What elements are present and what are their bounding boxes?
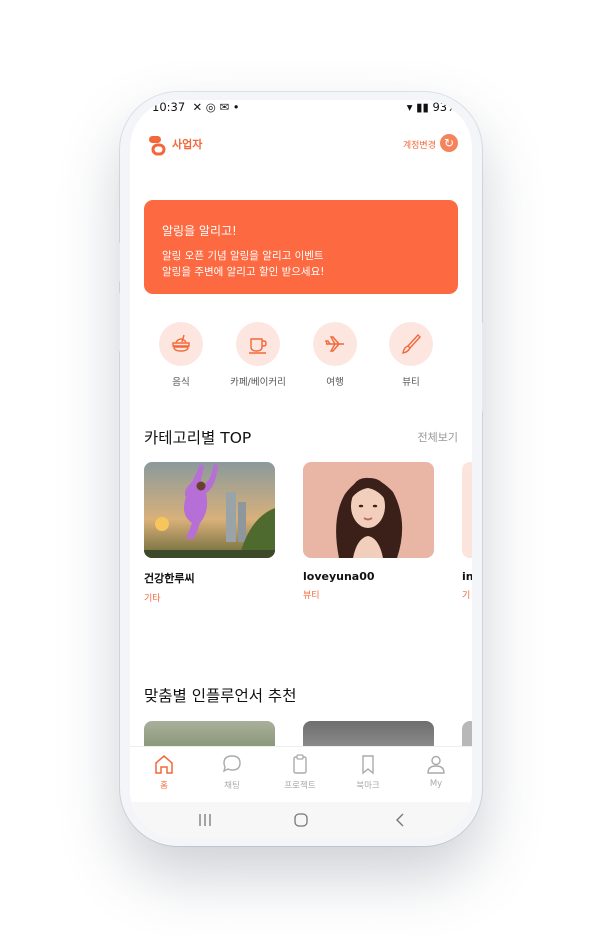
influencer-name: loveyuna00 (303, 570, 375, 583)
food-icon (172, 334, 190, 352)
promo-banner[interactable]: 알링을 알리고! 알링 오픈 기념 알링을 알리고 이벤트 알링을 주변에 알리… (144, 200, 458, 294)
tab-label: 채팅 (224, 781, 240, 791)
phone-frame: 10:37 ✕ ◎ ✉ • ▾ ▮▮ 93% 사업자 계정변경 ↻ 알링을 알리… (116, 92, 486, 846)
tab-my[interactable]: My (402, 753, 470, 789)
status-time: 10:37 (152, 100, 186, 114)
status-right: ▾ ▮▮ 93% (407, 100, 458, 114)
notification-icons: ✕ ◎ ✉ • (188, 100, 240, 114)
brand-logo-icon (149, 136, 166, 156)
category-travel[interactable]: 여행 (300, 322, 370, 388)
tab-label: 북마크 (356, 781, 380, 791)
app-screen: 10:37 ✕ ◎ ✉ • ▾ ▮▮ 93% 사업자 계정변경 ↻ 알링을 알리… (130, 100, 472, 838)
category-cafe[interactable]: 카페/베이커리 (223, 322, 293, 388)
tab-label: 프로젝트 (284, 781, 316, 791)
tab-label: 홈 (160, 781, 168, 791)
category-label: 음식 (172, 377, 190, 388)
category-beauty[interactable]: 뷰티 (376, 322, 446, 388)
battery-level: 93% (432, 100, 458, 114)
status-left: 10:37 ✕ ◎ ✉ • (152, 100, 240, 114)
home-nav-icon[interactable] (293, 812, 309, 828)
coffee-icon (249, 338, 267, 354)
category-label: 뷰티 (402, 377, 420, 388)
signal-icon: ▾ ▮▮ (406, 100, 433, 114)
category-food[interactable]: 음식 (146, 322, 216, 388)
category-icon-circle (313, 322, 357, 366)
category-icon-circle (236, 322, 280, 366)
tab-project[interactable]: 프로젝트 (266, 753, 334, 791)
influencer-photo (144, 462, 275, 558)
category-label: 카페/베이커리 (230, 377, 286, 388)
system-nav-bar (130, 802, 472, 838)
influencer-name: in (462, 570, 472, 583)
clipboard-icon (293, 754, 307, 774)
influencer-name: 건강한루씨 (144, 572, 195, 585)
bottom-tab-bar: 홈 채팅 프로젝트 북마크 My (130, 746, 472, 803)
banner-line: 알링 오픈 기념 알링을 알리고 이벤트 (162, 250, 324, 262)
category-icon-circle (389, 322, 433, 366)
category-label: 여행 (326, 377, 344, 388)
back-icon[interactable] (392, 812, 408, 828)
category-icon-circle (159, 322, 203, 366)
airplane-icon (325, 336, 344, 352)
user-icon (427, 755, 445, 774)
influencer-card[interactable]: loveyuna00 뷰티 (303, 462, 434, 601)
brand-label: 사업자 (172, 138, 203, 151)
brush-icon (402, 333, 421, 354)
volume-button (116, 292, 120, 352)
influencer-card[interactable]: in 기 (462, 462, 472, 601)
influencer-photo (303, 462, 434, 558)
influencer-category: 기 (462, 591, 471, 601)
tab-chat[interactable]: 채팅 (198, 753, 266, 791)
section-title-recommend: 맞춤별 인플루언서 추천 (144, 687, 297, 705)
tab-home[interactable]: 홈 (130, 753, 198, 791)
volume-button (116, 242, 120, 282)
tab-label: My (429, 779, 443, 789)
tab-bookmark[interactable]: 북마크 (334, 753, 402, 791)
refresh-icon[interactable]: ↻ (440, 134, 458, 152)
see-all-link[interactable]: 전체보기 (418, 429, 458, 445)
influencer-category: 뷰티 (303, 591, 320, 601)
bookmark-icon (362, 755, 374, 775)
influencer-category: 기타 (144, 594, 161, 604)
influencer-photo (462, 462, 472, 558)
influencer-card[interactable]: 건강한루씨 기타 (144, 462, 275, 604)
recents-icon[interactable] (197, 812, 213, 828)
switch-account-button[interactable]: 계정변경 (403, 138, 436, 151)
banner-title: 알링을 알리고! (162, 224, 237, 238)
home-icon (155, 755, 173, 774)
status-bar: 10:37 ✕ ◎ ✉ • ▾ ▮▮ 93% (130, 100, 472, 124)
chat-icon (222, 755, 241, 773)
section-title-top: 카테고리별 TOP (144, 429, 252, 447)
banner-line: 알링을 주변에 알리고 할인 받으세요! (162, 266, 325, 278)
app-header: 사업자 계정변경 ↻ (130, 128, 472, 168)
power-button (482, 322, 486, 412)
